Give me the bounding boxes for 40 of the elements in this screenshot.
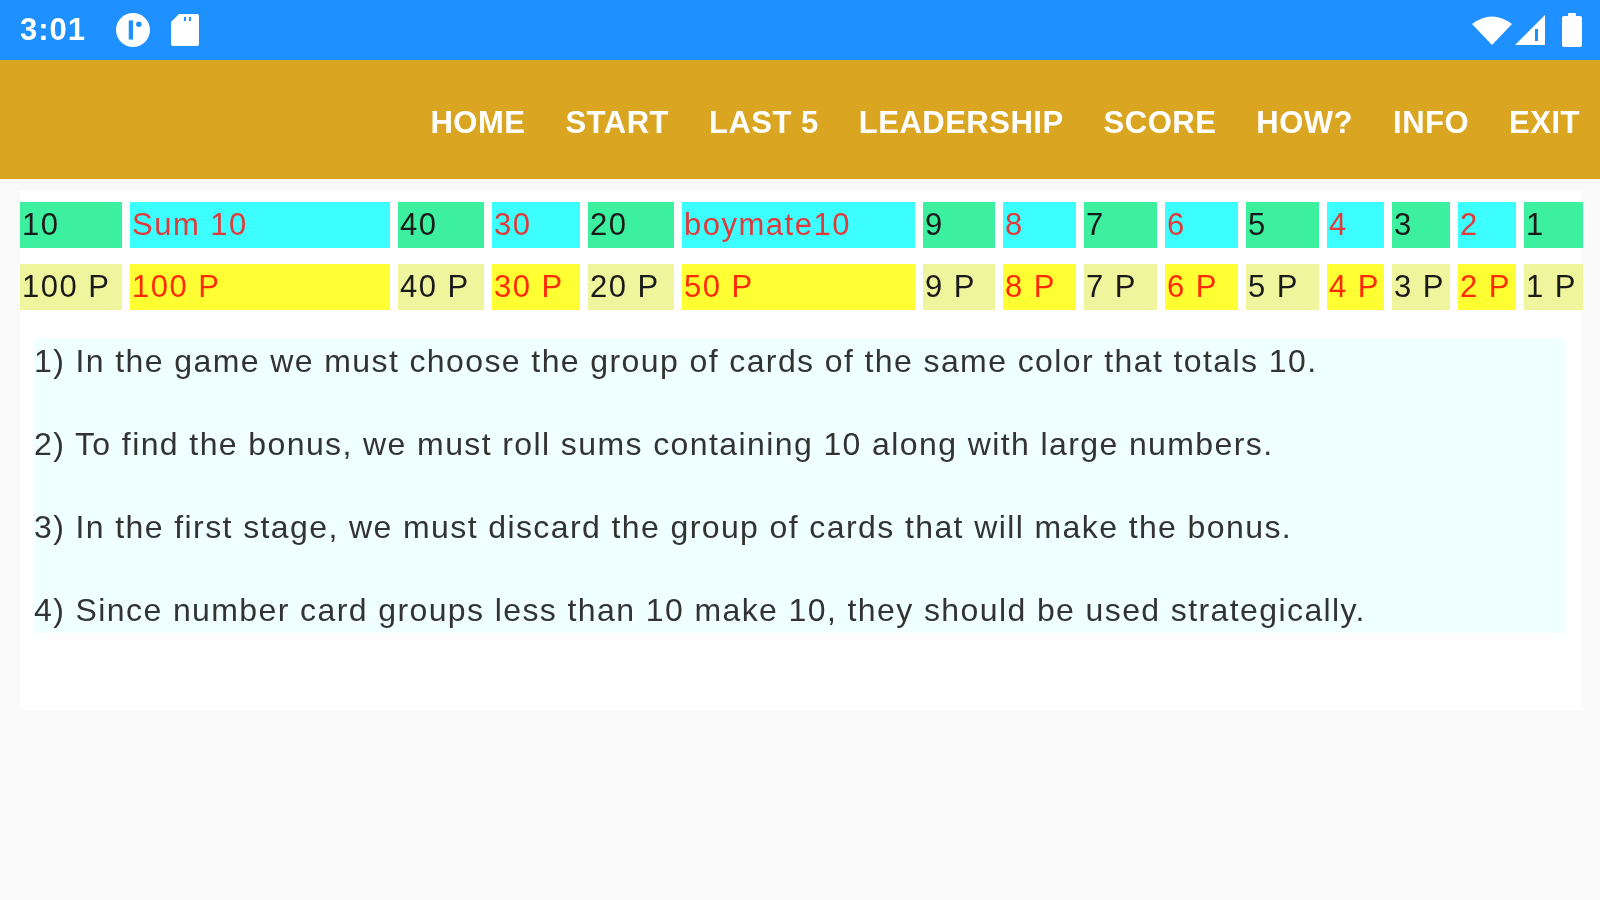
table-cell: 30 P	[492, 264, 580, 310]
table-cell: 2 P	[1458, 264, 1516, 310]
table-cell: 20 P	[588, 264, 674, 310]
signal-icon	[1515, 15, 1545, 45]
table-cell: 20	[588, 202, 674, 248]
table-cell: 10	[20, 202, 122, 248]
rule-text: 2) To find the bonus, we must roll sums containing 10 along with large numbers.	[34, 425, 1275, 464]
table-cell: 50 P	[682, 264, 915, 310]
table-cell: 8	[1003, 202, 1076, 248]
rule-text: 4) Since number card groups less than 10 make 10, they should be used strategically.	[34, 591, 1367, 630]
wifi-icon	[1472, 15, 1512, 45]
table-cell: 8 P	[1003, 264, 1076, 310]
table-cell: 5 P	[1246, 264, 1319, 310]
battery-icon	[1561, 13, 1583, 47]
table-cell: 40	[398, 202, 484, 248]
table-cell: 7	[1084, 202, 1157, 248]
table-cell: 6	[1165, 202, 1238, 248]
table-cell: 100 P	[130, 264, 390, 310]
table-cell: boymate10	[682, 202, 915, 248]
table-cell: 9 P	[923, 264, 995, 310]
table-cell: 1	[1524, 202, 1583, 248]
table-cell: 100 P	[20, 264, 122, 310]
table-cell: 4	[1327, 202, 1384, 248]
table-cell: 40 P	[398, 264, 484, 310]
table-cell: 1 P	[1524, 264, 1583, 310]
status-time: 3:01	[20, 12, 87, 48]
table-cell: 7 P	[1084, 264, 1157, 310]
table-cell: 4 P	[1327, 264, 1384, 310]
sd-card-icon	[171, 14, 200, 46]
table-cell: 2	[1458, 202, 1516, 248]
table-cell: 3 P	[1392, 264, 1450, 310]
table-cell: 3	[1392, 202, 1450, 248]
table-cell: 30	[492, 202, 580, 248]
table-cell: 5	[1246, 202, 1319, 248]
table-cell: 9	[923, 202, 995, 248]
table-cell: Sum 10	[130, 202, 390, 248]
rule-text: 1) In the game we must choose the group of cards of the same color that totals 10.	[34, 342, 1319, 381]
rule-text: 3) In the first stage, we must discard the group of cards that will make the bonus.	[34, 508, 1294, 547]
round-app-icon	[116, 13, 151, 47]
table-cell: 6 P	[1165, 264, 1238, 310]
